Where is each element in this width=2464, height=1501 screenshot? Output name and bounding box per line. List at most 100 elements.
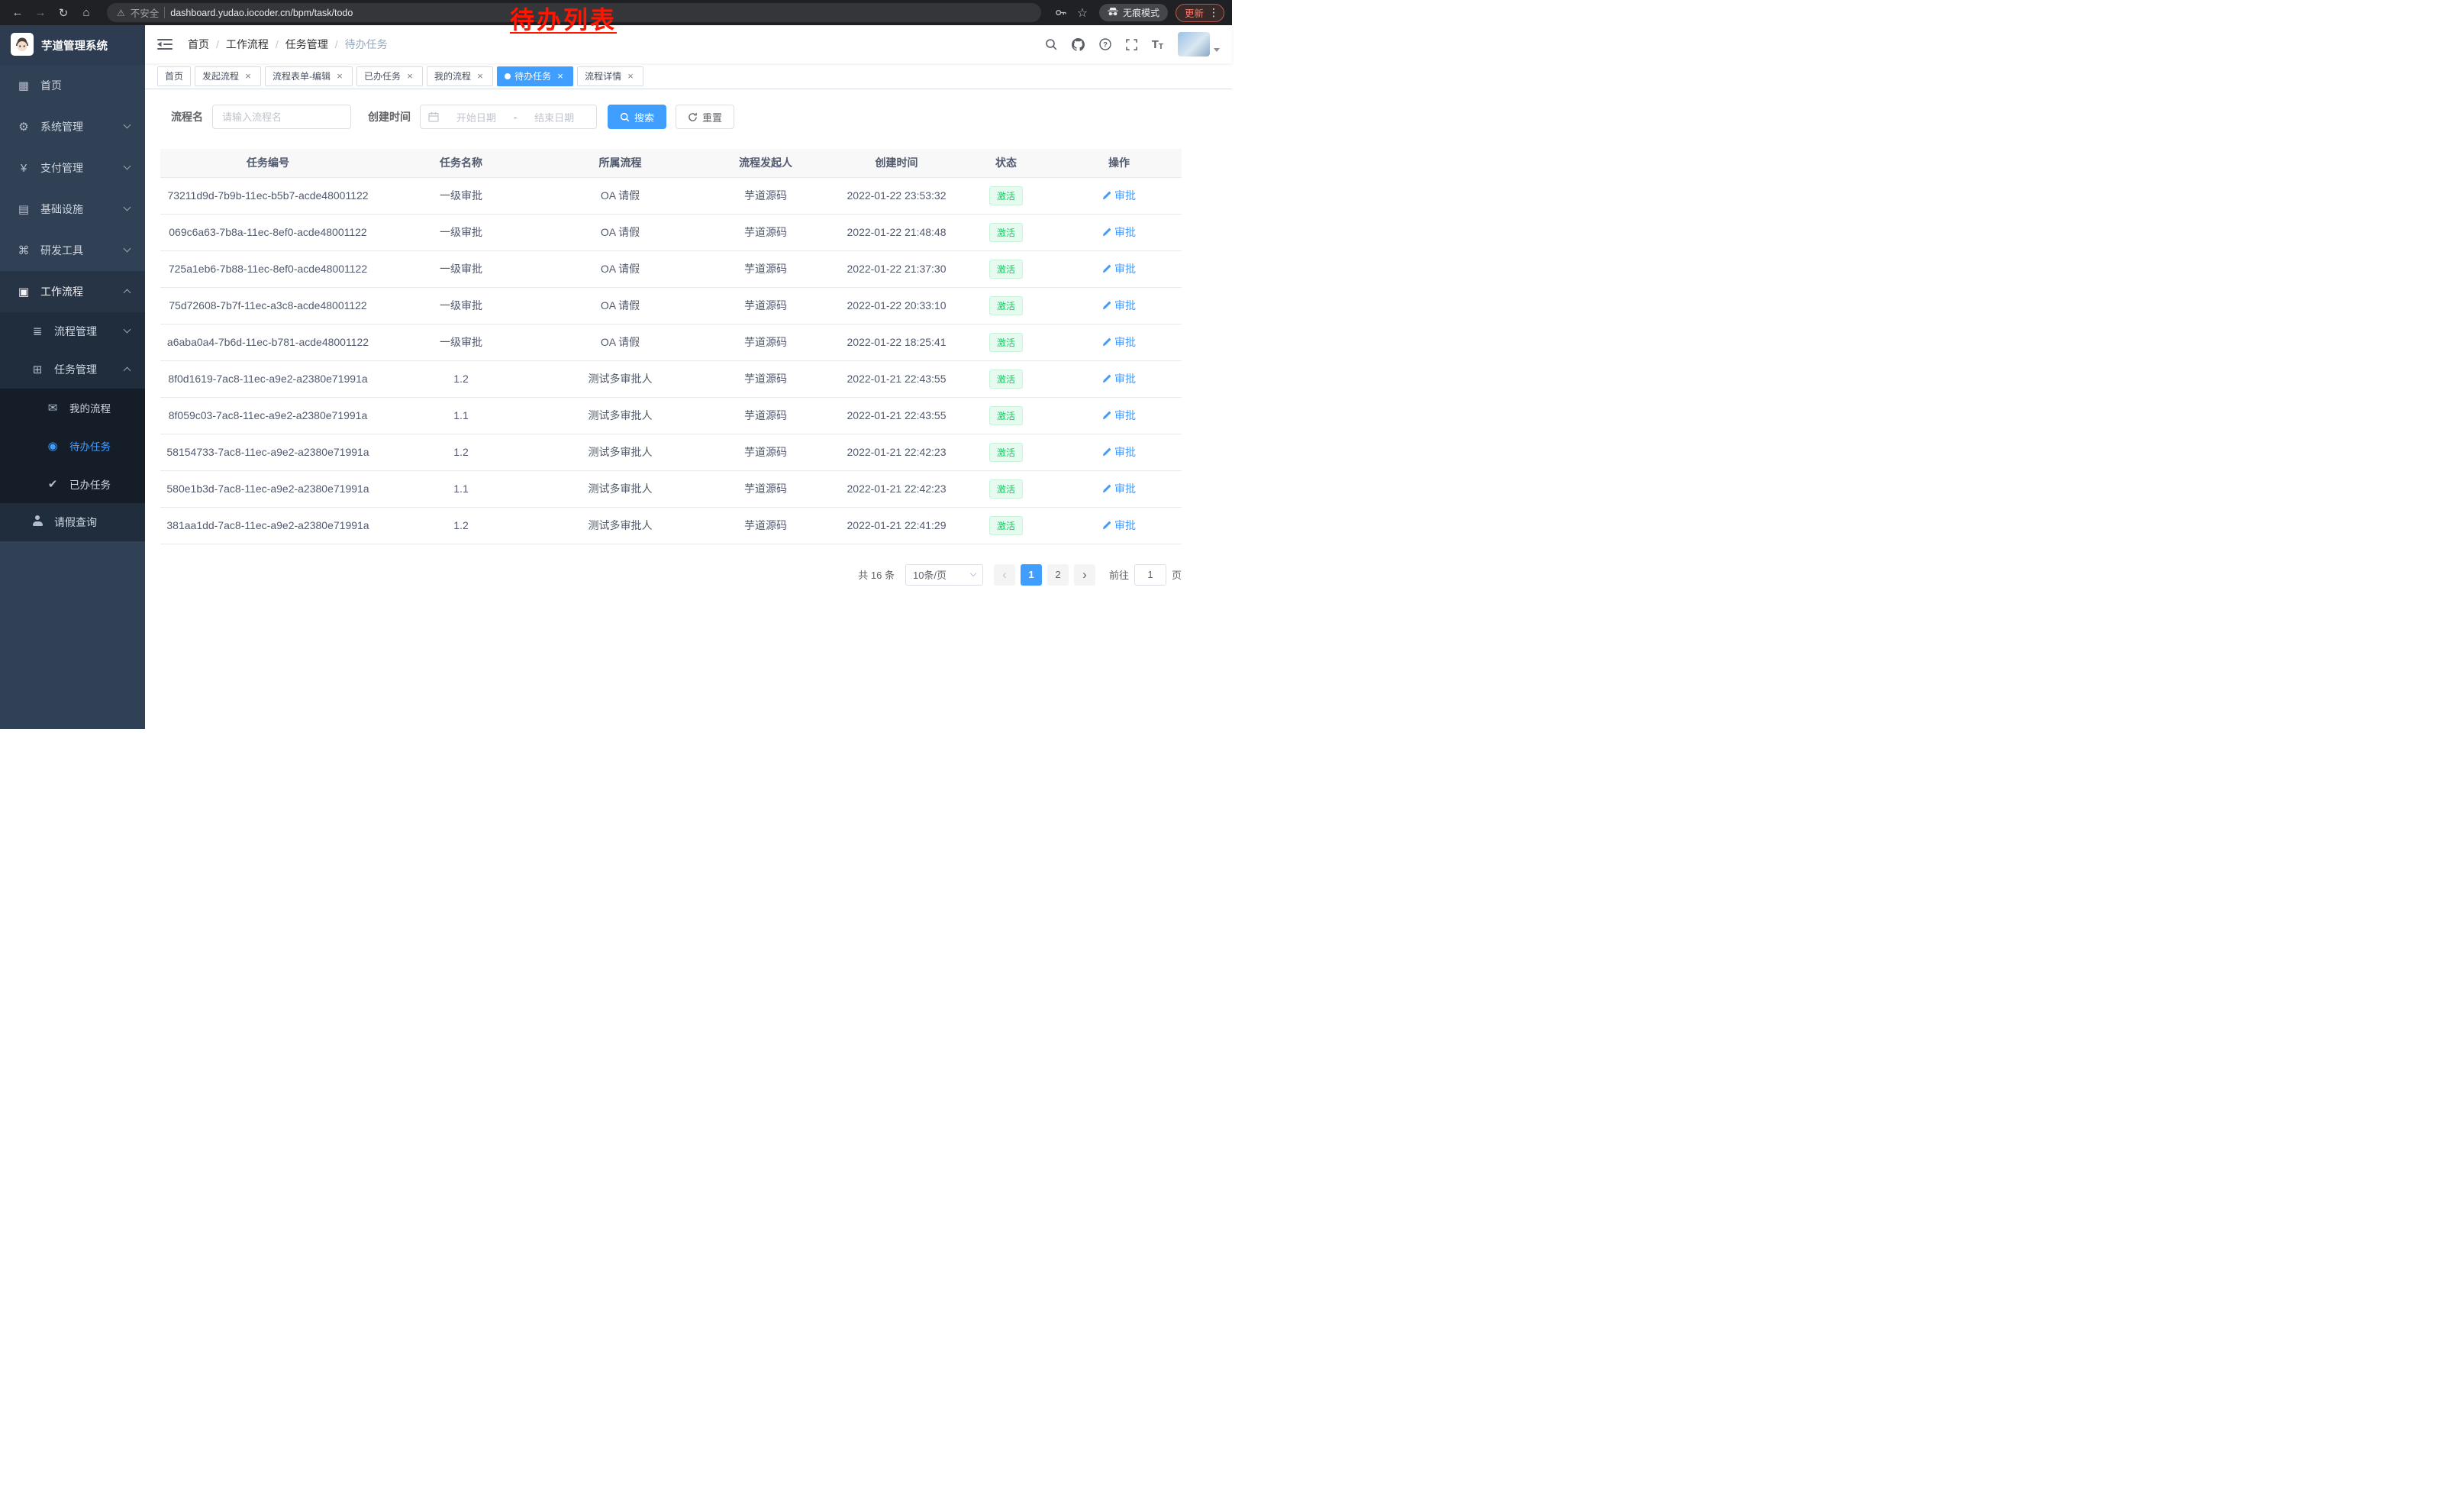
sidebar-item-infrastructure[interactable]: ▤ 基础设施 (0, 189, 145, 230)
sidebar-item-workflow[interactable]: ▣ 工作流程 (0, 271, 145, 312)
prev-page-button[interactable]: ‹ (994, 564, 1015, 586)
cell-task-name: 1.2 (376, 507, 547, 544)
cell-task-id: 75d72608-7b7f-11ec-a3c8-acde48001122 (160, 287, 376, 324)
cell-initiator: 芋道源码 (694, 324, 837, 360)
cell-status: 激活 (956, 250, 1056, 287)
cell-initiator: 芋道源码 (694, 397, 837, 434)
fullscreen-icon[interactable] (1126, 39, 1137, 50)
cell-initiator: 芋道源码 (694, 507, 837, 544)
col-task-id: 任务编号 (160, 149, 376, 177)
tab-my-processes[interactable]: 我的流程 × (427, 66, 493, 86)
breadcrumb-separator: / (216, 38, 219, 50)
tab-label: 流程表单-编辑 (273, 69, 331, 82)
cell-task-name: 一级审批 (376, 324, 547, 360)
breadcrumb-workflow[interactable]: 工作流程 (226, 37, 269, 52)
page-button-2[interactable]: 2 (1047, 564, 1069, 586)
sidebar-item-label: 首页 (40, 78, 62, 93)
browser-menu-icon[interactable]: ⋮ (1208, 6, 1219, 19)
incognito-label: 无痕模式 (1123, 6, 1159, 19)
next-page-button[interactable]: › (1074, 564, 1095, 586)
sidebar-item-label: 已办任务 (69, 476, 111, 492)
close-icon[interactable]: × (625, 71, 636, 82)
approve-button[interactable]: 审批 (1102, 188, 1136, 203)
close-icon[interactable]: × (475, 71, 485, 82)
help-icon[interactable]: ? (1099, 38, 1111, 50)
page-button-1[interactable]: 1 (1021, 564, 1042, 586)
approve-button[interactable]: 审批 (1102, 371, 1136, 386)
approve-button[interactable]: 审批 (1102, 518, 1136, 533)
tab-process-form-edit[interactable]: 流程表单-编辑 × (265, 66, 353, 86)
password-key-icon[interactable] (1052, 4, 1070, 22)
approve-button[interactable]: 审批 (1102, 481, 1136, 496)
home-button[interactable]: ⌂ (76, 3, 96, 23)
close-icon[interactable]: × (405, 71, 415, 82)
approve-label: 审批 (1114, 188, 1136, 203)
tab-home[interactable]: 首页 (157, 66, 191, 86)
close-icon[interactable]: × (243, 71, 253, 82)
search-icon[interactable] (1045, 38, 1057, 50)
sidebar-item-label: 支付管理 (40, 160, 83, 176)
cell-process: 测试多审批人 (547, 434, 694, 470)
monitor-icon: ▤ (15, 202, 32, 216)
reload-button[interactable]: ↻ (53, 3, 73, 23)
date-range-picker[interactable]: 开始日期 - 结束日期 (420, 105, 597, 129)
forward-button[interactable]: → (31, 3, 50, 23)
close-icon[interactable]: × (555, 71, 566, 82)
cell-create-time: 2022-01-22 23:53:32 (837, 177, 956, 214)
approve-button[interactable]: 审批 (1102, 444, 1136, 460)
sidebar-item-done-tasks[interactable]: ✔ 已办任务 (0, 465, 145, 503)
table-row: 75d72608-7b7f-11ec-a3c8-acde48001122 一级审… (160, 287, 1182, 324)
total-count: 共 16 条 (858, 567, 895, 582)
sidebar-item-home[interactable]: ▦ 首页 (0, 65, 145, 106)
approve-button[interactable]: 审批 (1102, 298, 1136, 313)
cell-process: OA 请假 (547, 324, 694, 360)
back-button[interactable]: ← (8, 3, 27, 23)
todo-task-table: 任务编号 任务名称 所属流程 流程发起人 创建时间 状态 操作 73211 (160, 149, 1182, 544)
breadcrumb-task-mgmt[interactable]: 任务管理 (285, 37, 328, 52)
sidebar-item-todo-tasks[interactable]: ◉ 待办任务 (0, 427, 145, 465)
process-name-input[interactable] (212, 105, 351, 129)
approve-button[interactable]: 审批 (1102, 224, 1136, 240)
approve-label: 审批 (1114, 261, 1136, 276)
sidebar-item-system-mgmt[interactable]: ⚙ 系统管理 (0, 106, 145, 147)
sidebar-item-process-mgmt[interactable]: ≣ 流程管理 (0, 312, 145, 350)
tab-done-tasks[interactable]: 已办任务 × (356, 66, 423, 86)
cell-initiator: 芋道源码 (694, 360, 837, 397)
sidebar-item-label: 基础设施 (40, 202, 83, 217)
cell-task-name: 一级审批 (376, 177, 547, 214)
chrome-update-button[interactable]: 更新 ⋮ (1176, 4, 1224, 22)
cell-task-name: 1.1 (376, 470, 547, 507)
sidebar-item-my-processes[interactable]: ✉ 我的流程 (0, 389, 145, 427)
cell-task-id: 580e1b3d-7ac8-11ec-a9e2-a2380e71991a (160, 470, 376, 507)
cell-status: 激活 (956, 360, 1056, 397)
sidebar-collapse-icon[interactable] (157, 37, 174, 51)
dashboard-icon: ▦ (15, 79, 32, 92)
cell-create-time: 2022-01-21 22:43:55 (837, 397, 956, 434)
sidebar-item-dev-tools[interactable]: ⌘ 研发工具 (0, 230, 145, 271)
sidebar-item-leave-query[interactable]: 请假查询 (0, 503, 145, 541)
user-menu[interactable] (1178, 32, 1220, 56)
page-size-select[interactable]: 10条/页 (905, 564, 983, 586)
approve-button[interactable]: 审批 (1102, 408, 1136, 423)
github-icon[interactable] (1072, 38, 1085, 51)
address-bar[interactable]: ⚠ 不安全 dashboard.yudao.iocoder.cn/bpm/tas… (107, 3, 1041, 22)
approve-button[interactable]: 审批 (1102, 261, 1136, 276)
avatar[interactable] (1178, 32, 1210, 56)
cell-actions: 审批 (1056, 360, 1182, 397)
reset-button[interactable]: 重置 (676, 105, 734, 129)
approve-button[interactable]: 审批 (1102, 334, 1136, 350)
font-size-icon[interactable]: TT (1152, 38, 1163, 51)
goto-page-input[interactable] (1134, 564, 1166, 586)
tab-process-detail[interactable]: 流程详情 × (577, 66, 643, 86)
sidebar-item-payment-mgmt[interactable]: ¥ 支付管理 (0, 147, 145, 189)
tab-todo-tasks[interactable]: 待办任务 × (497, 66, 573, 86)
tab-start-process[interactable]: 发起流程 × (195, 66, 261, 86)
status-badge: 激活 (989, 223, 1023, 242)
close-icon[interactable]: × (334, 71, 345, 82)
breadcrumb-home[interactable]: 首页 (188, 37, 209, 52)
search-button[interactable]: 搜索 (608, 105, 666, 129)
table-header-row: 任务编号 任务名称 所属流程 流程发起人 创建时间 状态 操作 (160, 149, 1182, 177)
chevron-down-icon (970, 570, 976, 576)
bookmark-star-icon[interactable]: ☆ (1073, 4, 1092, 22)
sidebar-item-task-mgmt[interactable]: ⊞ 任务管理 (0, 350, 145, 389)
